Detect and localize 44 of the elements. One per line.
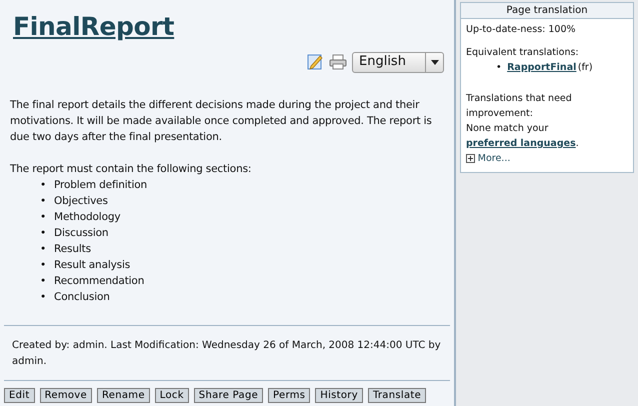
bullet: • [40,210,46,224]
action-button[interactable]: Rename [96,388,150,403]
printer-icon[interactable] [328,54,346,70]
paragraph: The final report details the different decisions made during the project and their motivations. It will be made available once completed and approved. The report is due two days after the final presentation. [10,98,433,144]
punctuation: . [576,138,579,149]
action-button[interactable]: Edit [4,388,35,403]
list-item: Recommendation [54,274,144,288]
section-label: Translations that need improvement: [466,92,573,121]
action-button[interactable]: Remove [40,388,92,403]
panel-title: Page translation [461,3,633,19]
bullet: • [40,290,46,304]
list-item: Results [54,242,91,256]
list-item: Discussion [54,226,108,240]
edit-icon[interactable] [307,53,323,70]
bullet: • [496,61,502,75]
bullet: • [40,178,46,192]
bullet: • [40,274,46,288]
action-button[interactable]: Translate [368,388,426,403]
action-button[interactable]: Lock [154,388,189,403]
bullet: • [40,226,46,240]
language-select[interactable]: English [352,52,444,72]
caret-icon [430,60,438,64]
action-button[interactable]: Perms [268,388,310,403]
expand-icon [466,154,475,163]
status-text: Up-to-date-ness: 100% [466,23,577,37]
list-item: Result analysis [54,258,130,272]
notice-text: None match your [466,123,548,134]
section-label: Equivalent translations: [466,46,580,60]
list-item: Conclusion [54,290,110,304]
page-title-link[interactable]: FinalReport [13,8,174,46]
action-button[interactable]: History [315,388,363,403]
language-code: (fr) [578,61,593,75]
paragraph: The report must contain the following sections: [10,162,252,176]
bullet: • [40,258,46,272]
modification-info: Created by: admin. Last Modification: Wednesday 26 of March, 2008 12:44:00 UTC by admin. [12,340,441,367]
bullet: • [40,242,46,256]
list-item: Objectives [54,194,108,208]
translation-link[interactable]: RapportFinal [507,60,576,75]
preferences-link[interactable]: preferred languages [466,138,576,149]
more-link[interactable]: More... [466,151,510,166]
list-item: Methodology [54,210,120,224]
action-button[interactable]: Share Page [194,388,264,403]
list-item: Problem definition [54,178,148,192]
bullet: • [40,194,46,208]
